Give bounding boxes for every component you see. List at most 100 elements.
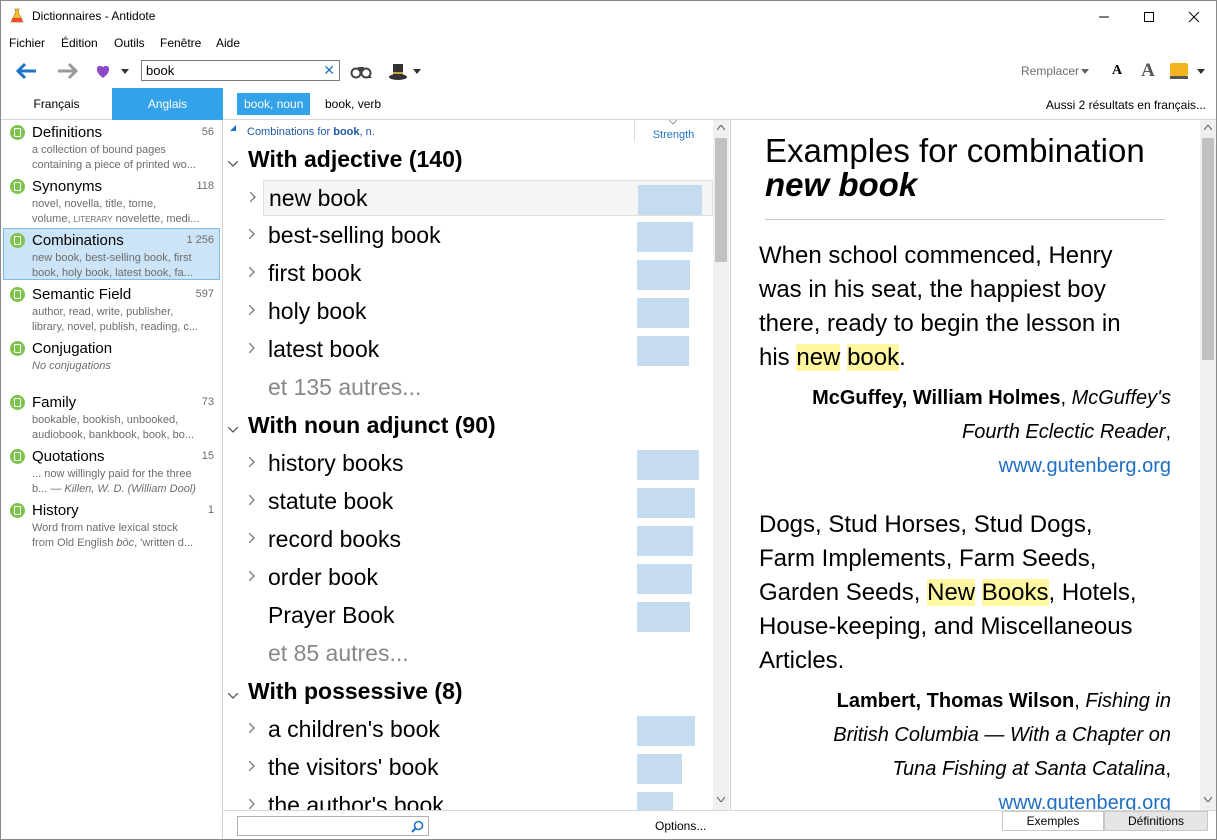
sidebar-item-quotations[interactable]: Quotations 15 ... now willingly paid for… — [3, 444, 220, 496]
strength-bar — [637, 222, 693, 252]
expand-chevron-icon[interactable] — [248, 227, 255, 242]
combination-row[interactable]: the visitors' book — [248, 750, 713, 786]
menu-outils[interactable]: Outils — [114, 36, 145, 50]
combination-row[interactable]: order book — [248, 560, 713, 596]
combination-row[interactable]: history books — [248, 446, 713, 482]
search-box[interactable]: ✕ — [141, 60, 340, 81]
sidebar-item-title: Conjugation — [32, 340, 113, 357]
source-link[interactable]: www.gutenberg.org — [999, 455, 1171, 477]
collapse-chevron-icon[interactable] — [227, 686, 239, 702]
group-heading[interactable]: With noun adjunct (90) — [248, 412, 496, 439]
sidebar-item-title: Definitions — [32, 124, 103, 141]
close-button[interactable] — [1171, 1, 1216, 32]
expand-chevron-icon[interactable] — [248, 265, 255, 280]
combination-row[interactable]: best-selling book — [248, 218, 713, 254]
examples-scrollbar[interactable] — [1200, 120, 1216, 810]
scroll-up-icon[interactable] — [1204, 125, 1212, 130]
combination-row[interactable]: latest book — [248, 332, 713, 368]
menu-fenetre[interactable]: Fenêtre — [160, 36, 201, 50]
magnifier-icon[interactable] — [411, 820, 424, 833]
expand-chevron-icon[interactable] — [248, 531, 255, 546]
expand-chevron-icon[interactable] — [248, 759, 255, 774]
also-results-link[interactable]: Aussi 2 résultats en français... — [1046, 98, 1206, 112]
sidebar-item-definitions[interactable]: Definitions 56 a collection of bound pag… — [3, 120, 220, 172]
sidebar-item-history[interactable]: History 1 Word from native lexical stock… — [3, 498, 220, 550]
expand-chevron-icon[interactable] — [248, 797, 255, 810]
replace-dropdown[interactable] — [1080, 64, 1090, 78]
clear-search-icon[interactable]: ✕ — [323, 62, 335, 79]
menu-aide[interactable]: Aide — [216, 36, 240, 50]
more-results-link[interactable]: et 135 autres... — [263, 370, 713, 406]
guides-dropdown[interactable] — [411, 64, 423, 78]
sidebar-item-synonyms[interactable]: Synonyms 118 novel, novella, title, tome… — [3, 174, 220, 226]
favorites-dropdown[interactable] — [119, 64, 131, 78]
dictionary-book-button[interactable] — [1166, 60, 1192, 82]
collapse-chevron-icon[interactable] — [227, 154, 239, 170]
strength-bar — [637, 450, 699, 480]
source-link[interactable]: www.gutenberg.org — [999, 792, 1171, 810]
collapse-chevron-icon[interactable] — [227, 420, 239, 436]
minimize-button[interactable] — [1081, 1, 1127, 32]
decrease-font-button[interactable]: A — [1106, 60, 1128, 82]
combination-row[interactable]: holy book — [248, 294, 713, 330]
back-button[interactable] — [13, 59, 39, 83]
expand-chevron-icon[interactable] — [248, 303, 255, 318]
search-input[interactable] — [146, 63, 316, 78]
scroll-down-icon[interactable] — [717, 797, 725, 802]
combination-row[interactable]: Prayer Book — [263, 598, 713, 634]
options-button[interactable]: Options... — [655, 819, 706, 833]
combination-row[interactable]: statute book — [248, 484, 713, 520]
guides-button[interactable] — [385, 59, 411, 83]
combination-row[interactable]: the author's book — [248, 788, 713, 810]
combination-row[interactable]: a children's book — [248, 712, 713, 748]
increase-font-button[interactable]: A — [1136, 58, 1160, 84]
combination-row[interactable]: new book — [249, 180, 713, 216]
tab-exemples[interactable]: Exemples — [1002, 811, 1104, 831]
strength-bar — [637, 754, 682, 784]
combination-text: record books — [268, 526, 401, 552]
sidebar-item-conjugation[interactable]: Conjugation No conjugations — [3, 336, 220, 388]
scrollbar-thumb[interactable] — [715, 138, 727, 262]
sidebar-item-semantic-field[interactable]: Semantic Field 597 author, read, write, … — [3, 282, 220, 334]
group-heading[interactable]: With possessive (8) — [248, 678, 463, 705]
sidebar-item-combinations[interactable]: Combinations 1 256 new book, best-sellin… — [3, 228, 220, 280]
synonyms-icon — [10, 179, 25, 194]
examples-heading-term: new book — [765, 166, 918, 203]
entry-book-verb[interactable]: book, verb — [318, 93, 388, 115]
entry-book-noun[interactable]: book, noun — [237, 93, 311, 115]
sort-corner-icon[interactable] — [230, 125, 236, 131]
combination-row[interactable]: first book — [248, 256, 713, 292]
menu-fichier[interactable]: Fichier — [9, 36, 45, 50]
more-results-text: et 135 autres... — [268, 374, 422, 400]
strength-column-header[interactable]: Strength — [634, 120, 712, 142]
scrollbar-thumb[interactable] — [1202, 138, 1214, 360]
filter-search-box[interactable] — [237, 816, 429, 836]
example-1-citation: McGuffey, William Holmes, McGuffey's Fou… — [812, 387, 1171, 477]
scroll-down-icon[interactable] — [1204, 797, 1212, 802]
expand-chevron-icon[interactable] — [248, 569, 255, 584]
combinations-scrollbar[interactable] — [713, 120, 729, 810]
sidebar-item-family[interactable]: Family 73 bookable, bookish, unbooked, a… — [3, 390, 220, 442]
expand-chevron-icon[interactable] — [248, 493, 255, 508]
tab-definitions[interactable]: Définitions — [1104, 811, 1208, 831]
expand-chevron-icon[interactable] — [249, 190, 256, 205]
scroll-up-icon[interactable] — [717, 125, 725, 130]
expand-chevron-icon[interactable] — [248, 341, 255, 356]
maximize-button[interactable] — [1126, 1, 1172, 32]
forward-button[interactable] — [55, 59, 81, 83]
more-results-link[interactable]: et 85 autres... — [263, 636, 713, 672]
book-dropdown[interactable] — [1195, 64, 1207, 78]
tab-francais[interactable]: Français — [1, 88, 112, 120]
favorites-button[interactable] — [93, 61, 113, 81]
replace-button[interactable]: Remplacer — [1021, 64, 1079, 78]
combination-row[interactable]: record books — [248, 522, 713, 558]
tab-anglais[interactable]: Anglais — [112, 88, 223, 120]
binoculars-button[interactable] — [348, 60, 374, 82]
expand-chevron-icon[interactable] — [248, 721, 255, 736]
history-icon — [10, 503, 25, 518]
expand-chevron-icon[interactable] — [248, 455, 255, 470]
group-heading[interactable]: With adjective (140) — [248, 146, 463, 173]
family-icon — [10, 395, 25, 410]
examples-panel: Examples for combination new book When s… — [730, 120, 1216, 810]
menu-edition[interactable]: Édition — [61, 36, 98, 50]
